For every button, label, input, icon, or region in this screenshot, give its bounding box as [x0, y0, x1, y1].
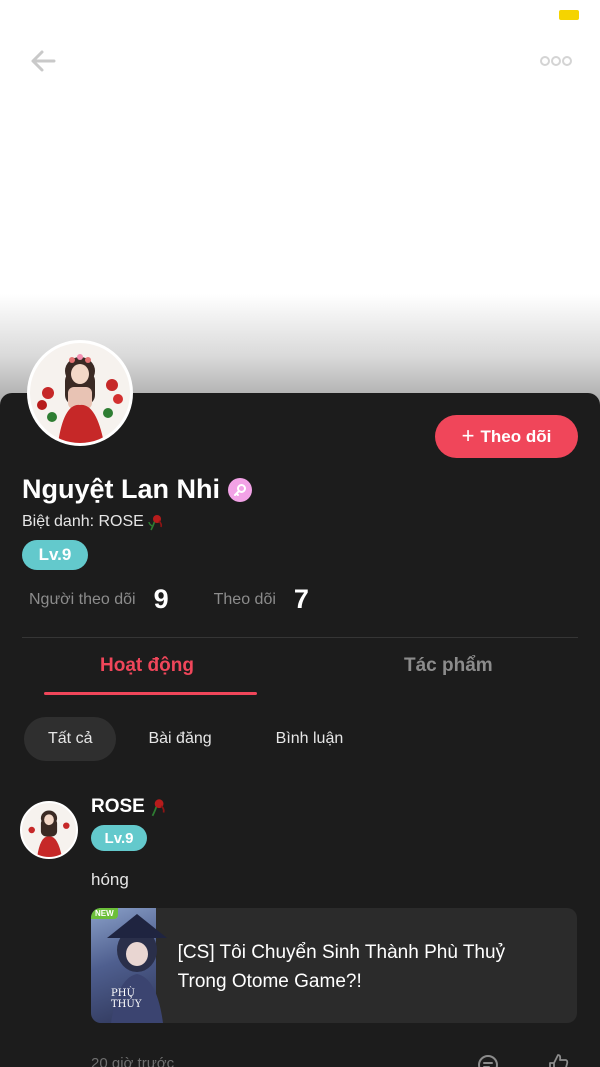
back-button[interactable]: [26, 44, 60, 78]
arrow-left-icon: [31, 50, 56, 72]
more-options-button[interactable]: [538, 50, 574, 72]
linked-work-card[interactable]: NEW PHÙ THỦY [CS] Tôi Chuyển Sinh Thành …: [91, 908, 577, 1023]
work-cover-title: PHÙ THỦY: [111, 988, 142, 1010]
comment-icon: [478, 1055, 498, 1067]
avatar-illustration-small: [22, 803, 76, 857]
profile-stats: Người theo dõi 9 Theo dõi 7: [29, 584, 309, 615]
filter-comments[interactable]: Bình luận: [252, 717, 368, 761]
followers-label: Người theo dõi: [29, 590, 136, 608]
tab-bar: Hoạt động Tác phẩm: [22, 650, 578, 700]
followers-count: 9: [153, 584, 169, 614]
tab-activity[interactable]: Hoạt động: [100, 655, 194, 677]
follow-button-label: Theo dõi: [480, 426, 552, 446]
profile-name-row: Nguyệt Lan Nhi: [22, 474, 253, 505]
followers-stat[interactable]: Người theo dõi 9: [29, 584, 169, 615]
comment-button[interactable]: [476, 1053, 500, 1067]
follow-button[interactable]: + Theo dõi: [435, 415, 578, 458]
post-username-row: ROSE: [91, 796, 169, 818]
post-text: hóng: [91, 870, 129, 889]
more-dots-icon: [540, 56, 572, 66]
post-avatar[interactable]: [20, 801, 78, 859]
work-title: [CS] Tôi Chuyển Sinh Thành Phù Thuỷ Tron…: [177, 942, 506, 992]
filter-all[interactable]: Tất cả: [24, 717, 117, 761]
divider: [22, 637, 578, 638]
following-label: Theo dõi: [213, 590, 276, 608]
thumbs-up-icon: [549, 1054, 569, 1067]
filter-chips: Tất cả Bài đăng Bình luận: [24, 717, 367, 761]
post-username[interactable]: ROSE: [91, 796, 145, 818]
battery-indicator: [559, 10, 579, 20]
like-button[interactable]: [547, 1052, 571, 1067]
nickname-text: Biệt danh: ROSE: [22, 513, 144, 530]
active-tab-indicator: [44, 692, 257, 695]
plus-icon: +: [461, 422, 475, 448]
wilted-rose-icon: [148, 515, 162, 531]
tab-works[interactable]: Tác phẩm: [404, 655, 493, 677]
post-timestamp: 20 giờ trước: [91, 1055, 175, 1067]
level-badge: Lv.9: [22, 540, 88, 570]
work-cover-image: NEW PHÙ THỦY: [91, 908, 167, 1023]
profile-name: Nguyệt Lan Nhi: [22, 474, 221, 504]
post-level-badge: Lv.9: [91, 825, 147, 851]
profile-avatar[interactable]: [27, 340, 133, 446]
key-badge-icon: [228, 477, 253, 502]
following-count: 7: [293, 584, 309, 614]
avatar-illustration: [30, 343, 130, 443]
filter-posts[interactable]: Bài đăng: [124, 717, 235, 761]
wilted-rose-icon: [151, 799, 165, 817]
profile-nickname: Biệt danh: ROSE: [22, 512, 166, 532]
following-stat[interactable]: Theo dõi 7: [214, 584, 309, 615]
